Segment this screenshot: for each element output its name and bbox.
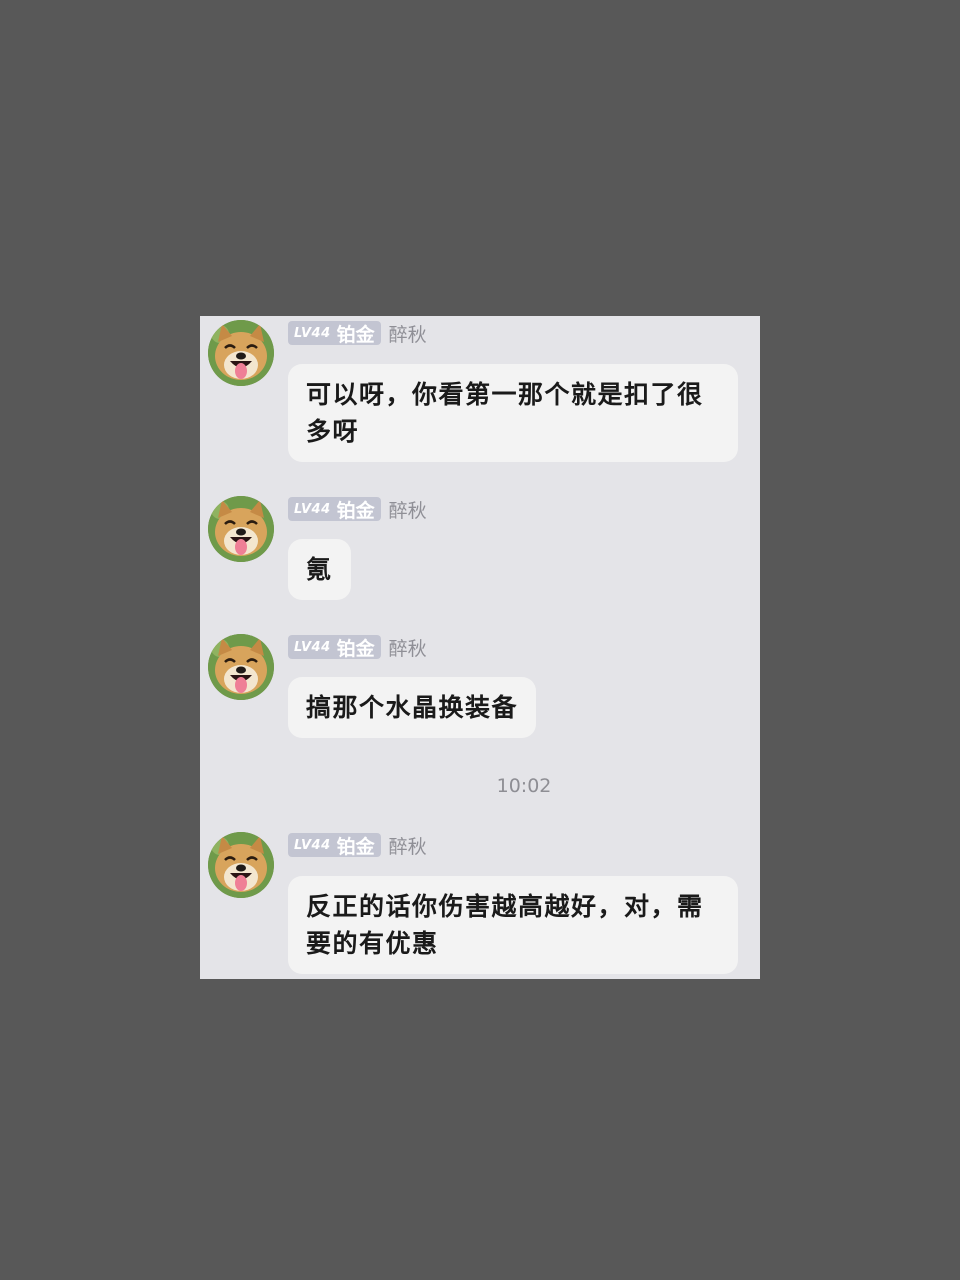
level-label: LV44	[294, 837, 331, 853]
rank-label: 铂金	[336, 835, 375, 858]
user-avatar[interactable]	[208, 496, 274, 562]
user-avatar[interactable]	[208, 832, 274, 898]
sender-name[interactable]: 醉秋	[389, 634, 427, 661]
sender-meta: LV44 铂金 醉秋	[288, 634, 427, 660]
sender-name[interactable]: 醉秋	[389, 320, 427, 347]
user-avatar[interactable]	[208, 320, 274, 386]
level-badge: LV44 铂金	[288, 635, 381, 660]
shiba-dog-icon	[208, 496, 274, 562]
message-bubble[interactable]: 可以呀，你看第一那个就是扣了很多呀	[288, 364, 738, 462]
level-label: LV44	[294, 501, 331, 517]
shiba-dog-icon	[208, 320, 274, 386]
message-bubble[interactable]: 搞那个水晶换装备	[288, 677, 537, 738]
rank-label: 铂金	[336, 637, 375, 660]
shiba-dog-icon	[208, 832, 274, 898]
sender-meta: LV44 铂金 醉秋	[288, 496, 427, 522]
sender-name[interactable]: 醉秋	[389, 832, 427, 859]
sender-name[interactable]: 醉秋	[389, 496, 427, 523]
message-bubble[interactable]: 反正的话你伤害越高越好，对，需要的有优惠	[288, 876, 738, 974]
level-badge: LV44 铂金	[288, 321, 381, 346]
sender-meta: LV44 铂金 醉秋	[288, 320, 427, 346]
level-label: LV44	[294, 639, 331, 655]
sender-meta: LV44 铂金 醉秋	[288, 832, 427, 858]
level-label: LV44	[294, 325, 331, 341]
chat-screen: LV44 铂金 醉秋 可以呀，你看第一那个就是扣了很多呀 LV44 铂金 醉秋 …	[200, 316, 760, 979]
timestamp: 10:02	[496, 775, 552, 797]
shiba-dog-icon	[208, 634, 274, 700]
rank-label: 铂金	[336, 323, 375, 346]
message-bubble[interactable]: 氪	[288, 539, 351, 600]
rank-label: 铂金	[336, 499, 375, 522]
level-badge: LV44 铂金	[288, 833, 381, 858]
user-avatar[interactable]	[208, 634, 274, 700]
level-badge: LV44 铂金	[288, 497, 381, 522]
